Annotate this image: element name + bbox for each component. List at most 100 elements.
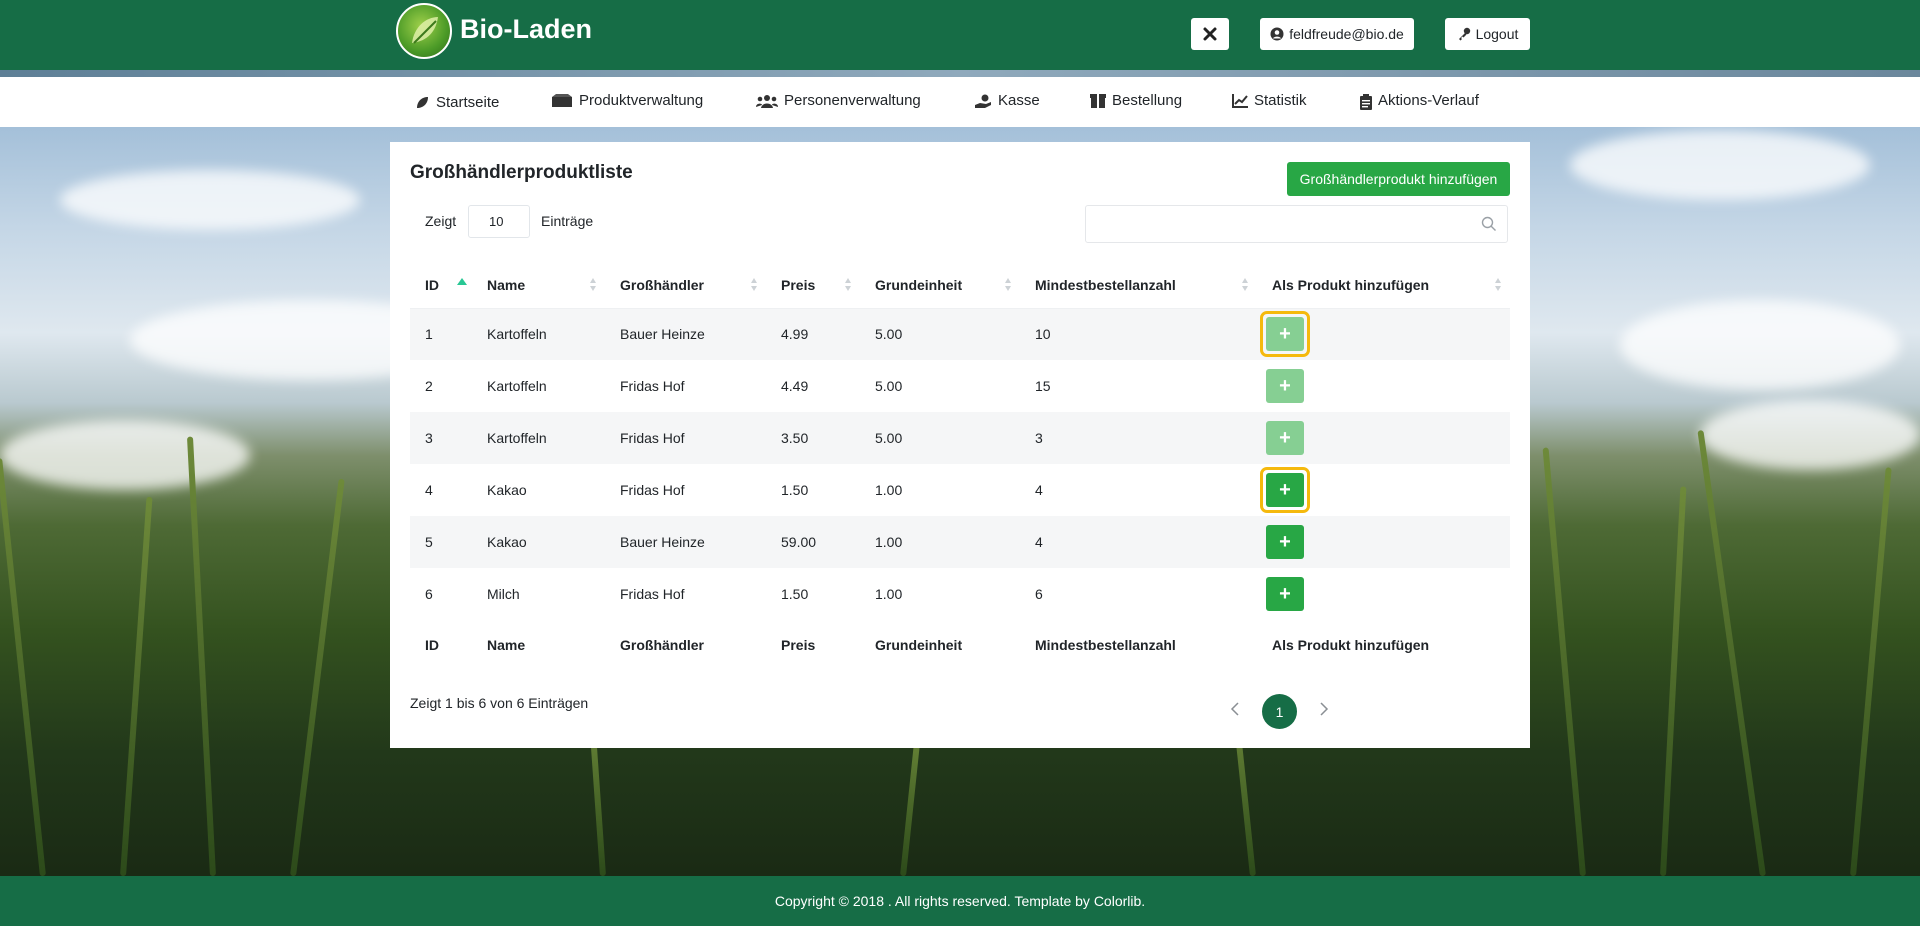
cell-price: 1.50 (781, 482, 809, 498)
table-header-row: ID Name Großhändler Preis Grundeinheit M… (410, 262, 1510, 309)
cell-id: 4 (425, 482, 433, 498)
top-header (0, 0, 1920, 70)
cell-name: Kartoffeln (487, 430, 547, 446)
table-row: 1 Kartoffeln Bauer Heinze 4.99 5.00 10 + (410, 308, 1510, 360)
highlight-ring: + (1260, 467, 1310, 513)
footer-header-dealer: Großhändler (620, 637, 705, 653)
sort-icon (751, 278, 758, 292)
nav-item-kasse[interactable]: Kasse (974, 92, 1040, 109)
column-header-name[interactable]: Name (472, 262, 605, 309)
nav-label-statistik: Statistik (1254, 92, 1307, 109)
highlight-ring: + (1260, 311, 1310, 358)
add-as-product-button[interactable]: + (1266, 421, 1304, 455)
search-input[interactable] (1085, 205, 1508, 243)
cell-dealer: Fridas Hof (620, 482, 685, 498)
add-as-product-button[interactable]: + (1266, 317, 1304, 352)
logout-label: Logout (1475, 26, 1519, 42)
user-account-button[interactable]: feldfreude@bio.de (1260, 18, 1414, 50)
sort-icon (1005, 278, 1012, 292)
sort-ascending-icon (457, 278, 467, 285)
cell-name: Milch (487, 586, 520, 602)
column-header-min-order[interactable]: Mindestbestellanzahl (1020, 262, 1257, 309)
tools-icon (1203, 27, 1217, 41)
column-header-id[interactable]: ID (410, 262, 472, 309)
table-footer-row: ID Name Großhändler Preis Grundeinheit M… (410, 620, 1510, 670)
cell-id: 6 (425, 586, 433, 602)
cell-id: 1 (425, 326, 433, 343)
add-as-product-button[interactable]: + (1266, 369, 1304, 403)
copyright-text: Copyright © 2018 . All rights reserved. … (774, 893, 1146, 909)
cell-min-order: 6 (1035, 586, 1043, 602)
cell-unit: 1.00 (875, 534, 903, 550)
sort-icon (1242, 278, 1249, 292)
user-circle-icon (1270, 27, 1284, 41)
nav-item-statistik[interactable]: Statistik (1232, 92, 1307, 109)
cell-name: Kakao (487, 534, 527, 550)
clipboard-icon (1359, 93, 1372, 110)
length-prefix: Zeigt (425, 213, 457, 229)
column-header-price[interactable]: Preis (766, 262, 860, 309)
cell-name: Kartoffeln (487, 378, 547, 394)
chevron-left-icon[interactable] (1230, 701, 1240, 722)
add-as-product-button[interactable]: + (1266, 473, 1304, 507)
box-icon (1090, 93, 1106, 108)
cell-id: 3 (425, 430, 433, 446)
nav-item-produktverwaltung[interactable]: Produktverwaltung (551, 92, 703, 109)
page-button-current[interactable]: 1 (1262, 694, 1297, 729)
cell-price: 59.00 (781, 534, 817, 550)
nav-item-startseite[interactable]: Startseite (414, 94, 499, 111)
page-title: Großhändlerproduktliste (410, 162, 633, 183)
column-header-unit[interactable]: Grundeinheit (860, 262, 1020, 309)
settings-button[interactable] (1191, 18, 1229, 50)
page-footer: Copyright © 2018 . All rights reserved. … (0, 876, 1920, 926)
footer-header-unit: Grundeinheit (875, 637, 963, 653)
wholesale-products-table: ID Name Großhändler Preis Grundeinheit M… (410, 262, 1510, 670)
table-row: 2 Kartoffeln Fridas Hof 4.49 5.00 15 + (410, 360, 1510, 412)
table-info: Zeigt 1 bis 6 von 6 Einträgen (410, 695, 589, 711)
column-header-dealer[interactable]: Großhändler (605, 262, 766, 309)
cell-id: 5 (425, 534, 433, 550)
add-as-product-button[interactable]: + (1266, 577, 1304, 611)
nav-item-personenverwaltung[interactable]: Personenverwaltung (756, 92, 921, 109)
user-email: feldfreude@bio.de (1289, 26, 1404, 42)
logo-icon[interactable] (396, 3, 452, 59)
sort-icon (1495, 278, 1502, 292)
leaf-icon (414, 96, 430, 110)
table-row: 4 Kakao Fridas Hof 1.50 1.00 4 + (410, 464, 1510, 516)
cell-unit: 5.00 (875, 430, 903, 446)
cell-dealer: Fridas Hof (620, 586, 685, 602)
logout-button[interactable]: Logout (1445, 18, 1530, 50)
brand-name[interactable]: Bio-Laden (460, 14, 592, 45)
cell-unit: 5.00 (875, 378, 903, 394)
cell-min-order: 4 (1035, 482, 1043, 498)
entries-per-page-select[interactable]: 10 (468, 205, 530, 238)
hand-coin-icon (974, 94, 992, 108)
nav-label-bestellung: Bestellung (1112, 92, 1183, 109)
nav-item-bestellung[interactable]: Bestellung (1090, 92, 1182, 109)
footer-header-id: ID (425, 637, 439, 653)
nav-label-startseite: Startseite (436, 94, 500, 111)
chevron-right-icon[interactable] (1319, 701, 1329, 722)
cell-dealer: Fridas Hof (620, 430, 685, 446)
cell-unit: 1.00 (875, 482, 903, 498)
nav-label-produktverwaltung: Produktverwaltung (579, 92, 704, 109)
table-row: 3 Kartoffeln Fridas Hof 3.50 5.00 3 + (410, 412, 1510, 464)
sort-icon (590, 278, 597, 292)
nav-item-aktions-verlauf[interactable]: Aktions-Verlauf (1359, 92, 1479, 110)
add-as-product-button[interactable]: + (1266, 525, 1304, 559)
users-icon (756, 94, 778, 108)
footer-header-add-as-product: Als Produkt hinzufügen (1272, 637, 1430, 653)
main-navigation (0, 77, 1920, 127)
header-divider (0, 70, 1920, 77)
nav-label-kasse: Kasse (998, 92, 1040, 109)
cell-dealer: Bauer Heinze (620, 326, 705, 343)
column-header-add-as-product[interactable]: Als Produkt hinzufügen (1257, 262, 1510, 309)
footer-header-name: Name (487, 637, 526, 653)
cell-price: 3.50 (781, 430, 809, 446)
cell-price: 4.49 (781, 378, 809, 394)
cell-min-order: 3 (1035, 430, 1043, 446)
cell-name: Kartoffeln (487, 326, 547, 343)
product-list-card: Großhändlerproduktliste Großhändlerprodu… (390, 142, 1530, 748)
add-wholesale-product-button[interactable]: Großhändlerprodukt hinzufügen (1287, 162, 1510, 196)
cell-price: 4.99 (781, 326, 809, 343)
